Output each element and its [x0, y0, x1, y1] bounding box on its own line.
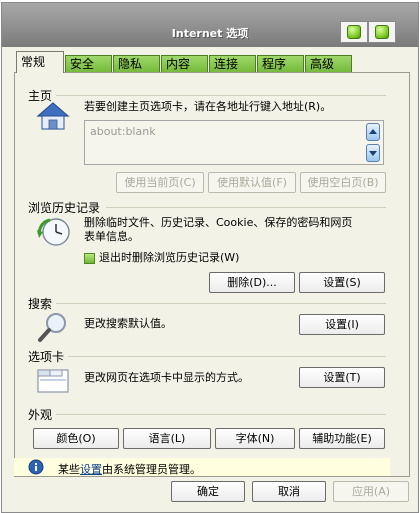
info-suffix: 由系统管理员管理。: [102, 463, 201, 476]
help-button[interactable]: [340, 21, 368, 43]
history-section-label: 浏览历史记录: [28, 201, 101, 215]
info-icon: [28, 459, 44, 478]
info-prefix: 某些: [58, 463, 80, 476]
title-bar[interactable]: Internet 选项: [2, 3, 418, 47]
tab-advanced[interactable]: 高级: [305, 55, 352, 73]
close-button[interactable]: [368, 21, 396, 43]
tabs-section-label: 选项卡: [28, 350, 65, 364]
home-address-textarea[interactable]: about:blank: [84, 120, 384, 165]
history-divider: [106, 207, 386, 208]
close-icon: [375, 25, 389, 39]
scroll-down-button[interactable]: [366, 144, 380, 162]
fonts-button[interactable]: 字体(N): [215, 428, 295, 449]
scroll-up-button[interactable]: [366, 123, 380, 141]
help-icon: [347, 25, 361, 39]
history-clock-icon: [36, 216, 72, 251]
use-blank-button[interactable]: 使用空白页(B): [300, 172, 386, 193]
history-description-line2: 表单信息。: [84, 230, 139, 243]
magnifier-icon: [36, 310, 70, 347]
tabs-description: 更改网页在选项卡中显示的方式。: [84, 371, 249, 384]
search-divider: [56, 303, 386, 304]
home-description: 若要创建主页选项卡，请在各地址行键入地址(R)。: [84, 100, 332, 113]
accessibility-button[interactable]: 辅助功能(E): [299, 428, 385, 449]
tabs-settings-button[interactable]: 设置(T): [299, 367, 385, 388]
ok-button[interactable]: 确定: [171, 481, 245, 502]
languages-button[interactable]: 语言(L): [123, 428, 211, 449]
search-settings-button[interactable]: 设置(I): [299, 314, 385, 335]
home-address-value: about:blank: [90, 125, 156, 138]
apply-button[interactable]: 应用(A): [333, 481, 409, 502]
use-current-button[interactable]: 使用当前页(C): [116, 172, 204, 193]
history-settings-button[interactable]: 设置(S): [299, 272, 385, 293]
settings-link[interactable]: 设置: [80, 463, 102, 476]
internet-options-dialog: Internet 选项 常规 安全 隐私 内容 连接 程序 高级 主页 若要创建…: [1, 2, 419, 513]
search-description: 更改搜索默认值。: [84, 317, 172, 330]
delete-on-exit-label[interactable]: 退出时删除浏览历史记录(W): [99, 251, 239, 265]
colors-button[interactable]: 颜色(O): [33, 428, 119, 449]
policy-info-text: 某些设置由系统管理员管理。: [58, 461, 201, 477]
delete-on-exit-checkbox[interactable]: [84, 253, 95, 264]
appearance-section-label: 外观: [28, 408, 53, 422]
policy-info-bar: 某些设置由系统管理员管理。: [14, 458, 390, 476]
use-default-button[interactable]: 使用默认值(F): [208, 172, 296, 193]
tab-content[interactable]: 内容: [161, 55, 208, 73]
home-divider: [56, 95, 386, 96]
tab-connections[interactable]: 连接: [209, 55, 256, 73]
cancel-button[interactable]: 取消: [252, 481, 326, 502]
appearance-divider: [56, 414, 386, 415]
home-icon: [36, 101, 70, 134]
delete-history-button[interactable]: 删除(D)...: [209, 272, 295, 293]
tabs-divider: [68, 356, 386, 357]
tab-programs[interactable]: 程序: [257, 55, 304, 73]
tab-security[interactable]: 安全: [65, 55, 112, 73]
tabbed-window-icon: [36, 364, 70, 397]
tab-privacy[interactable]: 隐私: [113, 55, 160, 73]
history-description-line1: 删除临时文件、历史记录、Cookie、保存的密码和网页: [84, 216, 353, 229]
tab-general[interactable]: 常规: [16, 51, 64, 73]
